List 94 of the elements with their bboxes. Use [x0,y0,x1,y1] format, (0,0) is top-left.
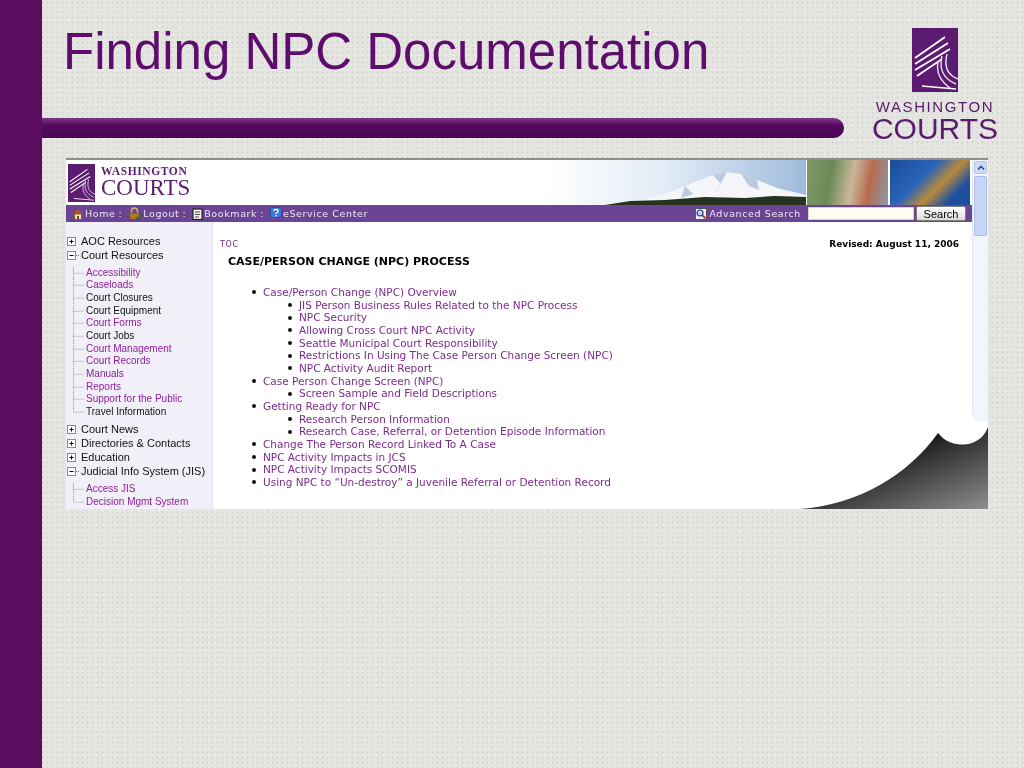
toc-entry-link[interactable]: NPC Activity Impacts in JCS [263,450,406,464]
minus-box-icon[interactable] [67,466,80,476]
sidebar-link[interactable]: Accessibility [86,266,141,280]
logo-text: COURTS [101,177,191,199]
sidebar-item[interactable]: AOC Resources [81,234,161,248]
toc-entry-link[interactable]: NPC Activity Impacts SCOMIS [263,463,417,476]
logo-text: WASHINGTON [101,166,189,177]
tree-line [72,483,86,496]
nav-link[interactable]: Home [72,207,116,220]
bullet-icon [288,391,292,396]
tree-line [72,266,86,280]
tree-line [72,317,86,331]
minus-box-icon[interactable] [67,250,80,260]
tree-line [72,279,86,292]
tree-line [72,291,86,305]
bullet-icon [288,328,292,333]
toc-entry-link[interactable]: Case/Person Change (NPC) Overview [263,286,457,299]
toc-entry-link[interactable]: Allowing Cross Court NPC Activity [299,323,476,337]
tree-line [72,330,86,343]
toc-entry-link[interactable]: Case Person Change Screen (NPC) [263,374,444,388]
bullet-icon [252,467,256,472]
tree-line [72,368,86,381]
bullet-icon [252,290,256,295]
bullet-icon [252,442,256,447]
padlock-icon [128,207,143,220]
scroll-thumb[interactable] [974,176,987,236]
sidebar-item[interactable]: Directories & Contacts [81,436,191,451]
nav-separator: : [118,208,123,219]
caret-up-icon [976,165,985,170]
toc-entry-link[interactable]: Research Case, Referral, or Detention Episode Information [299,425,606,438]
sidebar-link[interactable]: Court Jobs [86,330,135,343]
help-icon [270,207,282,220]
slide-title: Finding NPC Documentation [63,22,710,82]
bullet-icon [288,340,292,345]
nav-separator: : [182,208,187,219]
toc-entry-link[interactable]: Research Person Information [299,412,450,426]
toc-entry-link[interactable]: NPC Activity Audit Report [299,361,433,375]
house-icon [72,207,84,220]
bullet-icon [288,303,292,307]
sidebar-link[interactable]: Manuals [86,368,124,381]
toc-entry-link[interactable]: Using NPC to “Un-destroy” a Juvenile Referral or Detention Record [263,475,611,489]
bullet-icon [252,404,256,409]
scrollbar[interactable] [972,160,988,422]
sidebar-link[interactable]: Court Management [86,342,172,356]
logo-emblem-icon [912,28,958,92]
revision-date: Revised: August 11, 2006 [829,239,959,249]
nav-link[interactable]: Logout [128,207,180,220]
bullet-icon [252,454,256,459]
toc-entry-link[interactable]: Change The Person Record Linked To A Case [263,437,496,451]
toc-link[interactable]: TOC [220,239,239,249]
logo-text: WASHINGTON [875,100,995,114]
sidebar-link[interactable]: Court Equipment [86,304,162,318]
sidebar-link[interactable]: Decision Mgmt System [86,495,189,509]
toc-entry-link[interactable]: Seattle Municipal Court Responsibility [299,336,498,350]
toc-entry-link[interactable]: JIS Person Business Rules Related to the NPC Process [299,298,578,312]
advanced-search-link[interactable]: Advanced Search [695,207,801,220]
sidebar-link[interactable]: Travel Information [86,406,167,419]
sidebar-link[interactable]: Support for the Public [86,393,183,407]
logo-text: COURTS [871,114,999,144]
bullet-icon [288,315,292,320]
sidebar-link[interactable]: Court Forms [86,317,142,331]
bullet-icon [288,416,292,421]
nav-separator: : [260,208,264,219]
sidebar-link[interactable]: Reports [86,380,121,394]
toc-entry-link[interactable]: Screen Sample and Field Descriptions [299,387,498,400]
search-icon [695,207,708,220]
nav-link[interactable]: Bookmark [192,207,258,220]
bullet-icon [252,480,256,485]
tree-line [72,355,86,369]
bullet-icon [288,353,292,358]
sidebar-link[interactable]: Court Closures [86,291,153,305]
bullet-icon [252,378,256,383]
tree-line [72,380,86,394]
tree-line [72,393,86,407]
toc-entry-link[interactable]: Getting Ready for NPC [263,399,381,413]
sidebar-item[interactable]: Court News [81,422,139,437]
tree-line [72,304,86,318]
bullet-icon [288,366,292,371]
sidebar-item[interactable]: Court Resources [81,248,164,262]
search-button[interactable]: Search [916,206,966,221]
tree-line [72,342,86,356]
scroll-up-button[interactable] [974,161,987,174]
sidebar-item[interactable]: Education [81,450,130,465]
sidebar-item[interactable]: Judicial Info System (JIS) [81,464,206,479]
sidebar-link[interactable]: Access JIS [86,483,136,496]
toc-entry-link[interactable]: NPC Security [299,311,367,324]
sidebar-link[interactable]: Caseloads [86,279,134,292]
section-heading: CASE/PERSON CHANGE (NPC) PROCESS [228,255,470,268]
document-icon [192,207,204,220]
sidebar-link[interactable]: Court Records [86,355,151,369]
toc-entry-link[interactable]: Restrictions In Using The Case Person Change Screen (NPC) [299,349,613,362]
search-field[interactable] [808,207,914,220]
bullet-icon [288,429,292,434]
nav-link[interactable]: eService Center [270,207,368,220]
